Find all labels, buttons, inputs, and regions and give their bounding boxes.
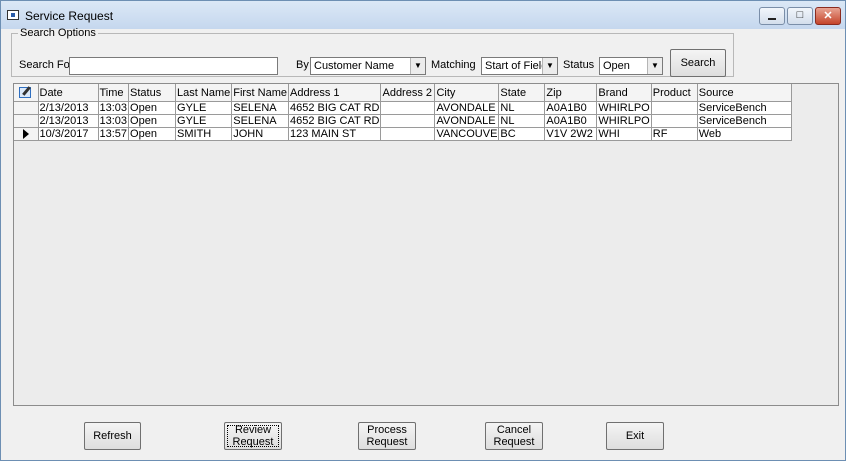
- search-for-input[interactable]: [69, 57, 278, 75]
- col-header-address-1[interactable]: Address 1: [288, 84, 382, 102]
- minimize-button[interactable]: [759, 7, 785, 25]
- col-header-zip[interactable]: Zip: [544, 84, 598, 102]
- cell-address-1: 4652 BIG CAT RD: [288, 101, 382, 115]
- window-title: Service Request: [25, 9, 114, 23]
- cell-first-name: SELENA: [231, 101, 290, 115]
- cell-state: NL: [498, 114, 546, 128]
- table-row[interactable]: 2/13/2013 13:03 Open GYLE SELENA 4652 BI…: [14, 101, 792, 115]
- row-selector[interactable]: [14, 101, 39, 115]
- col-header-product[interactable]: Product: [650, 84, 698, 102]
- close-icon: ✕: [823, 10, 833, 22]
- matching-dropdown[interactable]: Start of Field ▼: [481, 57, 558, 75]
- process-request-button[interactable]: Process Request: [358, 422, 416, 450]
- cell-source: ServiceBench: [696, 101, 792, 115]
- row-selector[interactable]: [14, 114, 39, 128]
- cell-last-name: GYLE: [175, 114, 233, 128]
- cell-date: 10/3/2017: [37, 127, 99, 141]
- cell-city: VANCOUVE: [434, 127, 500, 141]
- col-header-first-name[interactable]: First Name: [231, 84, 290, 102]
- header-row: Date Time Status Last Name First Name Ad…: [14, 84, 792, 102]
- cell-status: Open: [128, 101, 177, 115]
- exit-button[interactable]: Exit: [606, 422, 664, 450]
- review-request-button[interactable]: Review Request: [224, 422, 282, 450]
- cell-city: AVONDALE: [434, 101, 500, 115]
- search-for-label: Search For: [19, 59, 74, 71]
- grid-corner[interactable]: [14, 84, 39, 102]
- matching-dropdown-value: Start of Field: [485, 60, 548, 72]
- col-header-date[interactable]: Date: [37, 84, 99, 102]
- cell-product: [650, 114, 698, 128]
- col-header-source[interactable]: Source: [696, 84, 792, 102]
- status-dropdown[interactable]: Open ▼: [599, 57, 663, 75]
- cell-first-name: SELENA: [231, 114, 290, 128]
- cell-date: 2/13/2013: [37, 101, 99, 115]
- col-header-status[interactable]: Status: [128, 84, 177, 102]
- cell-zip: A0A1B0: [544, 114, 598, 128]
- current-row-arrow-icon: [22, 128, 29, 139]
- status-dropdown-value: Open: [603, 60, 630, 72]
- table-row[interactable]: 2/13/2013 13:03 Open GYLE SELENA 4652 BI…: [14, 114, 792, 128]
- cell-address-1: 123 MAIN ST: [288, 127, 382, 141]
- cell-product: RF: [650, 127, 698, 141]
- title-bar[interactable]: Service Request □ ✕: [1, 1, 845, 29]
- cell-last-name: SMITH: [175, 127, 233, 141]
- maximize-button[interactable]: □: [787, 7, 813, 25]
- search-button[interactable]: Search: [670, 49, 726, 77]
- cell-product: [650, 101, 698, 115]
- chevron-down-icon[interactable]: ▼: [647, 58, 662, 74]
- search-options-label: Search Options: [20, 27, 96, 39]
- chevron-down-icon[interactable]: ▼: [542, 58, 557, 74]
- cell-date: 2/13/2013: [37, 114, 99, 128]
- row-selector[interactable]: [14, 127, 39, 141]
- app-icon: [7, 10, 19, 20]
- cell-last-name: GYLE: [175, 101, 233, 115]
- cell-brand: WHIRLPO: [596, 101, 652, 115]
- col-header-city[interactable]: City: [434, 84, 500, 102]
- cell-status: Open: [128, 114, 177, 128]
- cell-brand: WHI: [596, 127, 652, 141]
- col-header-last-name[interactable]: Last Name: [175, 84, 233, 102]
- by-label: By: [296, 59, 309, 71]
- matching-label: Matching: [431, 59, 476, 71]
- cell-time: 13:03: [97, 101, 130, 115]
- cell-address-1: 4652 BIG CAT RD: [288, 114, 382, 128]
- maximize-icon: □: [796, 9, 804, 21]
- refresh-button[interactable]: Refresh: [84, 422, 141, 450]
- cell-address-2: [380, 101, 436, 115]
- cell-state: NL: [498, 101, 546, 115]
- cell-city: AVONDALE: [434, 114, 500, 128]
- cell-address-2: [380, 127, 436, 141]
- results-table: Date Time Status Last Name First Name Ad…: [14, 84, 792, 141]
- search-options-group: Search Options Search For By Customer Na…: [11, 27, 734, 77]
- cell-brand: WHIRLPO: [596, 114, 652, 128]
- status-label: Status: [563, 59, 595, 71]
- col-header-address-2[interactable]: Address 2: [380, 84, 436, 102]
- cell-time: 13:57: [97, 127, 130, 141]
- col-header-time[interactable]: Time: [97, 84, 130, 102]
- cell-address-2: [380, 114, 436, 128]
- col-header-brand[interactable]: Brand: [596, 84, 652, 102]
- table-row[interactable]: 10/3/2017 13:57 Open SMITH JOHN 123 MAIN…: [14, 127, 792, 141]
- minimize-icon: [760, 9, 784, 23]
- by-dropdown[interactable]: Customer Name ▼: [310, 57, 426, 75]
- cell-source: ServiceBench: [696, 114, 792, 128]
- cell-zip: A0A1B0: [544, 101, 598, 115]
- cell-time: 13:03: [97, 114, 130, 128]
- by-dropdown-value: Customer Name: [314, 60, 395, 72]
- cell-source: Web: [696, 127, 792, 141]
- chevron-down-icon[interactable]: ▼: [410, 58, 425, 74]
- cell-first-name: JOHN: [231, 127, 290, 141]
- service-request-window: Service Request □ ✕ Search Options Searc…: [0, 0, 846, 461]
- cell-state: BC: [498, 127, 546, 141]
- cancel-request-button[interactable]: Cancel Request: [485, 422, 543, 450]
- service-request-grid[interactable]: Date Time Status Last Name First Name Ad…: [13, 83, 839, 406]
- col-header-state[interactable]: State: [498, 84, 546, 102]
- close-button[interactable]: ✕: [815, 7, 841, 25]
- cell-status: Open: [128, 127, 177, 141]
- edit-icon: [18, 86, 33, 98]
- cell-zip: V1V 2W2: [544, 127, 598, 141]
